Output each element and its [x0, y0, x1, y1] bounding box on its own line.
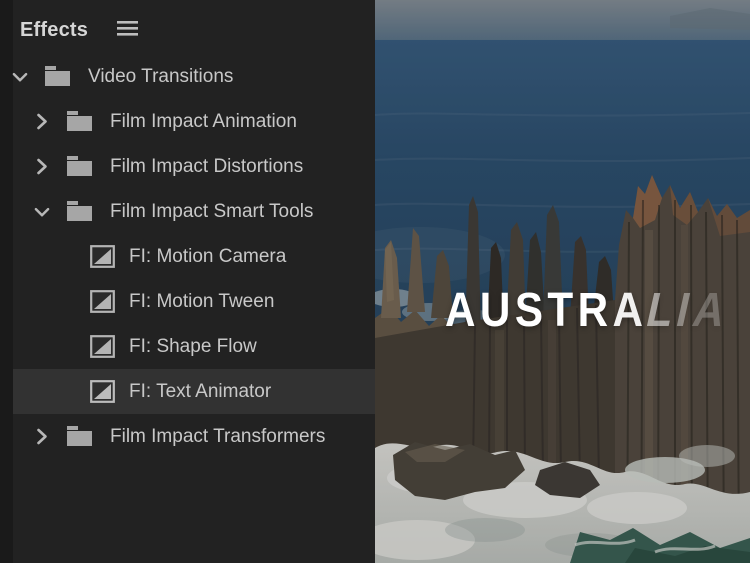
chevron-down-icon[interactable] — [34, 204, 50, 220]
title-letter: R — [577, 284, 609, 337]
overlay-title: AUSTRALIA — [445, 284, 731, 337]
hamburger-icon — [116, 20, 140, 40]
transition-icon — [90, 380, 115, 403]
tree-item-film-impact-transformers[interactable]: Film Impact Transformers — [0, 414, 375, 459]
program-monitor: AUSTRALIA — [375, 0, 750, 563]
tree-item-video-transitions[interactable]: Video Transitions — [0, 54, 375, 99]
title-letter: A — [612, 284, 644, 337]
video-frame-coastal-cliffs — [375, 0, 750, 563]
transition-icon — [90, 335, 115, 358]
tree-item-label: Video Transitions — [88, 65, 234, 87]
tree-item-label: Film Impact Transformers — [110, 425, 326, 447]
transition-icon — [90, 245, 115, 268]
tree-item-film-impact-smart-tools[interactable]: Film Impact Smart Tools — [0, 189, 375, 234]
tree-item-fi-text-animator[interactable]: FI: Text Animator — [0, 369, 375, 414]
panel-header: Effects — [0, 0, 375, 54]
folder-icon — [66, 426, 94, 447]
title-letter: S — [514, 284, 543, 337]
panel-menu-button[interactable] — [116, 20, 140, 40]
chevron-right-icon[interactable] — [34, 428, 50, 445]
chevron-right-icon[interactable] — [34, 113, 50, 130]
tree-item-label: Film Impact Smart Tools — [110, 200, 314, 222]
effects-panel: Effects Video Transitions Film Impact An… — [0, 0, 375, 563]
effects-tree: Video Transitions Film Impact Animation — [0, 54, 375, 459]
title-letter: U — [479, 284, 511, 337]
tree-item-fi-motion-tween[interactable]: FI: Motion Tween — [0, 279, 375, 324]
tree-item-label: Film Impact Animation — [110, 110, 297, 132]
chevron-right-icon[interactable] — [34, 158, 50, 175]
tree-item-label: FI: Shape Flow — [129, 335, 257, 357]
chevron-down-icon[interactable] — [12, 69, 28, 85]
folder-icon — [66, 156, 94, 177]
folder-icon — [66, 111, 94, 132]
tree-item-label: FI: Motion Camera — [129, 245, 287, 267]
tree-item-label: FI: Text Animator — [129, 380, 272, 402]
transition-icon — [90, 290, 115, 313]
tree-item-fi-shape-flow[interactable]: FI: Shape Flow — [0, 324, 375, 369]
title-letter: A — [445, 284, 476, 337]
panel-title: Effects — [20, 18, 89, 41]
tree-item-label: Film Impact Distortions — [110, 155, 304, 177]
title-letter: T — [547, 284, 574, 337]
tree-item-film-impact-distortions[interactable]: Film Impact Distortions — [0, 144, 375, 189]
tree-item-film-impact-animation[interactable]: Film Impact Animation — [0, 99, 375, 144]
tree-item-fi-motion-camera[interactable]: FI: Motion Camera — [0, 234, 375, 279]
folder-icon — [44, 66, 72, 87]
folder-icon — [66, 201, 94, 222]
title-letter: A — [688, 284, 731, 337]
tree-item-label: FI: Motion Tween — [129, 290, 275, 312]
